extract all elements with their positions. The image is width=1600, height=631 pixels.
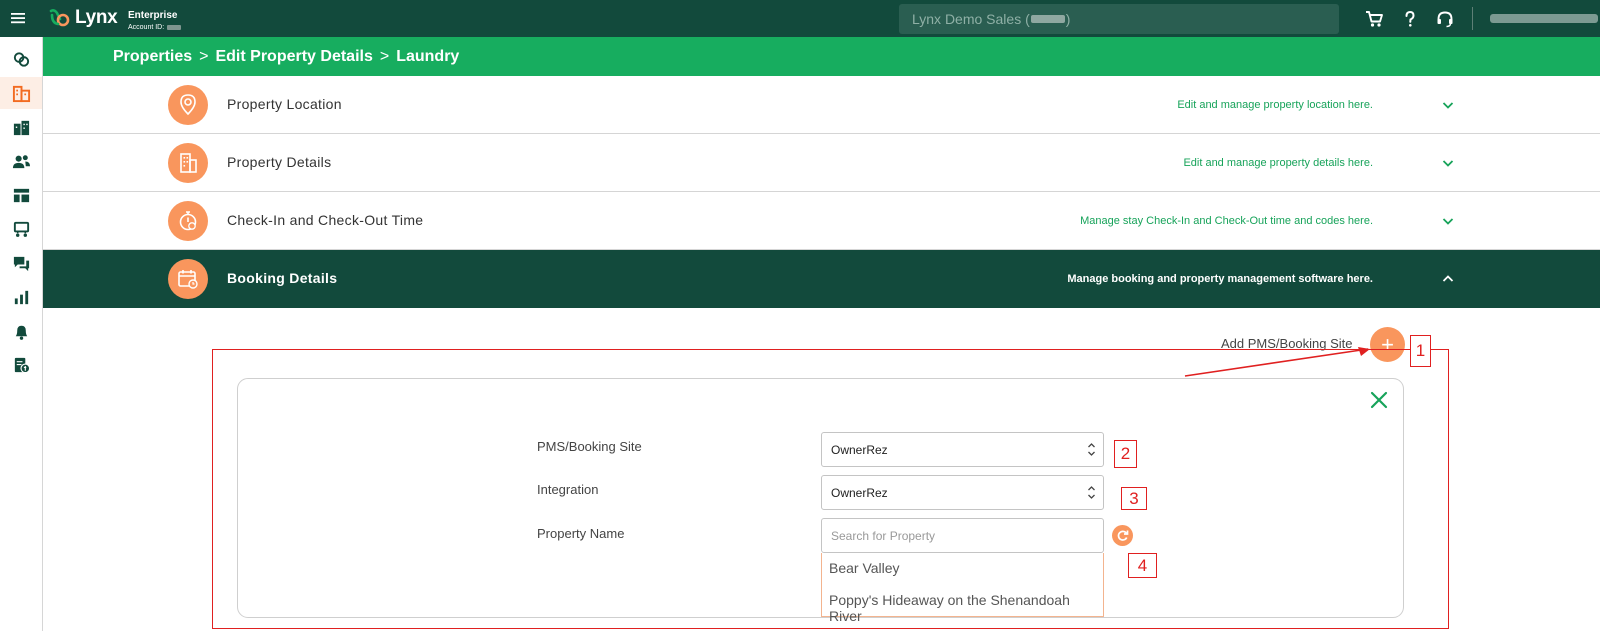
chevron-up-icon[interactable] <box>1441 272 1455 286</box>
annotation-number-1: 1 <box>1410 335 1431 367</box>
group-selector-suffix: ) <box>1065 11 1071 27</box>
city-icon <box>13 120 29 135</box>
accordion-title: Booking Details <box>227 270 338 286</box>
top-navbar: Lynx Enterprise Account ID: Lynx Demo Sa… <box>0 0 1600 37</box>
device-network-icon <box>13 221 29 237</box>
buildings-icon <box>12 85 30 102</box>
bell-icon <box>15 325 27 340</box>
sidebar-item-reports[interactable] <box>0 281 42 313</box>
annotation-number-4: 4 <box>1128 553 1157 578</box>
topbar-divider <box>1472 7 1473 30</box>
breadcrumb-edit-property-details[interactable]: Edit Property Details <box>215 48 372 66</box>
accordion-title: Check-In and Check-Out Time <box>227 212 424 228</box>
annotation-highlight-box <box>212 349 1449 629</box>
sidebar-item-layout[interactable] <box>0 179 42 211</box>
chevron-down-icon[interactable] <box>1441 156 1455 170</box>
breadcrumb-separator: > <box>199 47 209 65</box>
account-id-label: Account ID: <box>128 24 165 31</box>
breadcrumb: Properties > Edit Property Details > Lau… <box>43 37 1600 76</box>
sidebar-item-users[interactable] <box>0 145 42 177</box>
building-icon <box>168 143 208 183</box>
breadcrumb-current: Laundry <box>396 47 460 65</box>
bar-chart-icon <box>14 290 28 304</box>
brand-name: Lynx <box>75 7 118 28</box>
accordion-description: Edit and manage property location here. <box>1177 99 1373 111</box>
sidebar-item-devices[interactable] <box>0 213 42 245</box>
user-menu-redacted[interactable] <box>1490 14 1598 23</box>
accordion-property-location[interactable]: Property Location Edit and manage proper… <box>43 76 1600 134</box>
group-selector-value: Lynx Demo Sales ( <box>912 11 1030 27</box>
chevron-down-icon[interactable] <box>1441 214 1455 228</box>
property-group-selector[interactable]: Lynx Demo Sales ( ) <box>899 4 1339 34</box>
billing-icon <box>14 357 30 373</box>
support-headset-icon[interactable] <box>1435 9 1455 29</box>
linked-rings-icon <box>13 51 29 67</box>
hamburger-menu-icon[interactable] <box>10 10 26 26</box>
sidebar-item-dashboard[interactable] <box>0 43 42 75</box>
accordion-description: Manage stay Check-In and Check-Out time … <box>1080 215 1373 227</box>
breadcrumb-properties[interactable]: Properties <box>113 48 192 66</box>
breadcrumb-separator: > <box>379 47 390 65</box>
org-name: Enterprise <box>128 10 178 21</box>
annotation-number-2: 2 <box>1114 440 1137 468</box>
location-pin-icon <box>168 85 208 125</box>
account-id-redacted <box>167 25 182 30</box>
dashboard-layout-icon <box>13 188 29 202</box>
accordion-property-details[interactable]: Property Details Edit and manage propert… <box>43 134 1600 192</box>
sidebar-item-properties[interactable] <box>0 77 42 109</box>
annotation-arrow <box>1184 347 1370 377</box>
cart-icon[interactable] <box>1364 9 1384 29</box>
calendar-clock-icon <box>168 259 208 299</box>
users-icon <box>12 154 30 168</box>
left-sidebar <box>0 37 43 631</box>
stopwatch-icon <box>168 201 208 241</box>
accordion-booking-details[interactable]: Booking Details Manage booking and prope… <box>43 250 1600 308</box>
accordion-title: Property Location <box>227 96 342 112</box>
accordion-description: Edit and manage property details here. <box>1183 157 1373 169</box>
chevron-down-icon[interactable] <box>1441 98 1455 112</box>
sidebar-item-portfolio[interactable] <box>0 111 42 143</box>
sidebar-item-messages[interactable] <box>0 247 42 279</box>
lynx-logo[interactable]: Lynx <box>48 7 118 29</box>
sidebar-item-notifications[interactable] <box>0 315 42 347</box>
help-icon[interactable] <box>1400 9 1420 29</box>
chat-icon <box>13 256 29 271</box>
account-info: Enterprise Account ID: <box>128 10 182 31</box>
sidebar-item-billing[interactable] <box>0 349 42 381</box>
accordion-title: Property Details <box>227 154 332 170</box>
accordion-description: Manage booking and property management s… <box>1067 273 1373 285</box>
group-selector-redacted <box>1030 15 1065 23</box>
annotation-number-3: 3 <box>1121 487 1147 510</box>
lynx-logo-icon <box>49 9 70 27</box>
accordion-check-in-out[interactable]: Check-In and Check-Out Time Manage stay … <box>43 192 1600 250</box>
